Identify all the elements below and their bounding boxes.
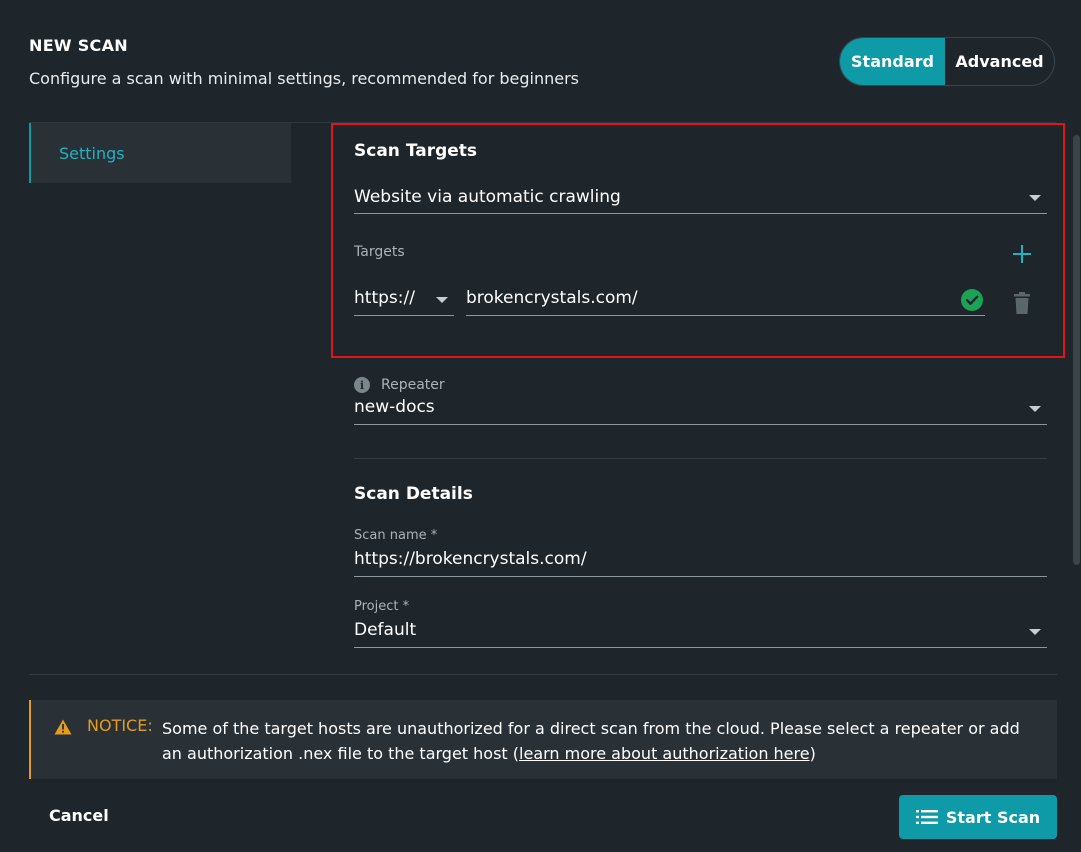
scan-name-value: https://brokencrystals.com/ <box>354 549 587 569</box>
authorization-link[interactable]: learn more about authorization here <box>519 744 810 763</box>
notice-banner: NOTICE: Some of the target hosts are una… <box>29 700 1057 779</box>
protocol-select[interactable]: https:// <box>354 288 454 316</box>
project-select[interactable]: Default <box>354 620 1047 648</box>
target-type-value: Website via automatic crawling <box>354 187 621 207</box>
new-scan-dialog: NEW SCAN Configure a scan with minimal s… <box>0 0 1081 852</box>
repeater-value: new-docs <box>354 397 435 417</box>
warning-icon <box>54 719 72 735</box>
trash-icon[interactable] <box>1012 291 1032 315</box>
chevron-down-icon <box>1029 406 1041 412</box>
project-value: Default <box>354 620 417 640</box>
scan-details-title: Scan Details <box>354 484 473 504</box>
project-label: Project * <box>354 599 410 614</box>
chevron-down-icon <box>1029 195 1041 201</box>
notice-label: NOTICE: <box>87 716 153 735</box>
dialog-subtitle: Configure a scan with minimal settings, … <box>29 69 580 88</box>
chevron-down-icon <box>1029 629 1041 635</box>
advanced-mode-button[interactable]: Advanced <box>945 38 1054 85</box>
chevron-down-icon <box>436 297 448 303</box>
cancel-button[interactable]: Cancel <box>49 806 109 825</box>
target-type-select[interactable]: Website via automatic crawling <box>354 186 1047 214</box>
check-circle-icon <box>961 289 983 311</box>
section-divider <box>354 458 1047 459</box>
dialog-title: NEW SCAN <box>29 36 128 55</box>
targets-label: Targets <box>354 244 405 260</box>
list-icon <box>915 810 938 824</box>
target-host-input[interactable]: brokencrystals.com/ <box>466 288 985 316</box>
notice-message-end: ) <box>809 744 816 763</box>
repeater-label: Repeater <box>381 377 445 393</box>
scan-targets-title: Scan Targets <box>354 141 478 161</box>
start-scan-button[interactable]: Start Scan <box>899 795 1057 839</box>
mode-toggle: Standard Advanced <box>839 37 1055 86</box>
standard-mode-button[interactable]: Standard <box>840 38 945 85</box>
scan-name-input[interactable]: https://brokencrystals.com/ <box>354 549 1047 577</box>
repeater-select[interactable]: new-docs <box>354 397 1047 425</box>
protocol-value: https:// <box>354 288 415 308</box>
scrollbar[interactable] <box>1073 135 1080 565</box>
start-scan-label: Start Scan <box>945 807 1041 827</box>
info-icon: i <box>354 377 370 393</box>
notice-text: Some of the target hosts are unauthorize… <box>162 716 1042 766</box>
add-target-icon[interactable] <box>1012 244 1032 264</box>
scan-name-label: Scan name * <box>354 528 438 543</box>
sidebar-item-settings[interactable]: Settings <box>29 123 291 183</box>
target-host-value: brokencrystals.com/ <box>466 288 638 308</box>
footer-divider <box>29 674 1057 675</box>
